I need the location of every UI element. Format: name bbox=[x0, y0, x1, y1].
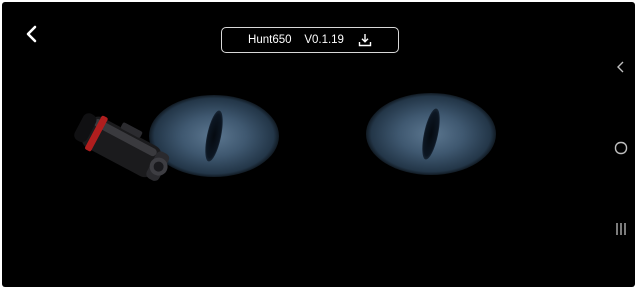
left-pupil bbox=[201, 109, 227, 163]
thermal-monocular-image bbox=[74, 113, 170, 181]
firmware-version-button[interactable]: Hunt650 V0.1.19 bbox=[221, 27, 399, 53]
nav-recents-button[interactable] bbox=[613, 221, 629, 237]
app-screen: Hunt650 V0.1.19 bbox=[2, 2, 635, 287]
chevron-left-icon bbox=[26, 25, 37, 43]
nav-recents-icon bbox=[616, 223, 626, 235]
nav-back-button[interactable] bbox=[613, 59, 629, 75]
right-cat-eye-image bbox=[366, 93, 496, 175]
back-button[interactable] bbox=[18, 20, 46, 48]
right-pupil bbox=[418, 107, 444, 161]
download-icon bbox=[358, 34, 372, 47]
nav-home-button[interactable] bbox=[613, 140, 629, 156]
system-navigation-bar bbox=[607, 2, 635, 287]
version-label: V0.1.19 bbox=[304, 34, 344, 46]
nav-back-icon bbox=[617, 61, 624, 73]
nav-home-icon bbox=[614, 141, 628, 155]
device-name: Hunt650 bbox=[248, 34, 292, 46]
